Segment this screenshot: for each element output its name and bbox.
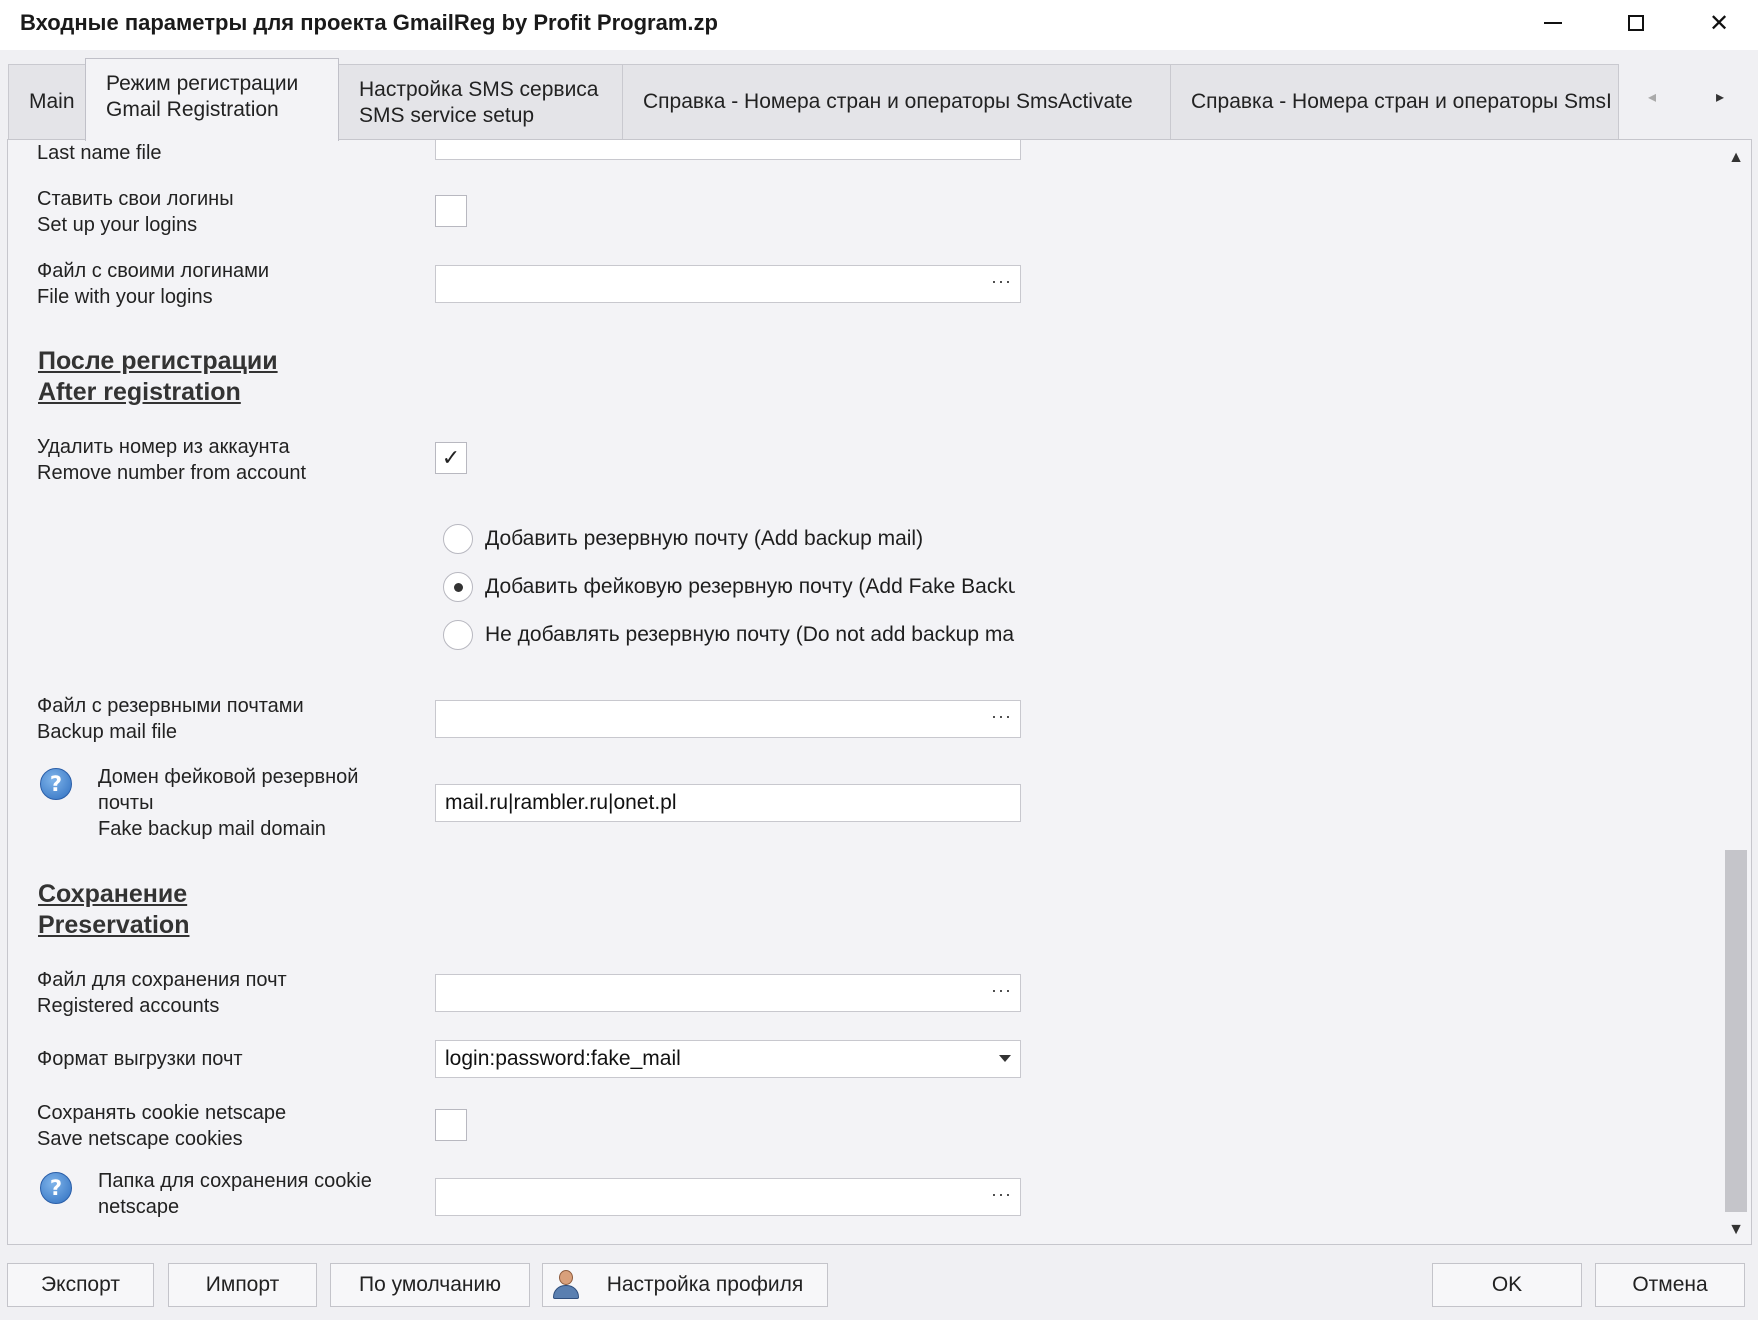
label-en: Backup mail file <box>37 721 178 743</box>
vertical-scrollbar[interactable]: ▲ ▼ <box>1721 140 1751 1244</box>
radio-button[interactable] <box>443 620 473 650</box>
cancel-button[interactable]: Отмена <box>1595 1263 1745 1307</box>
backup-file-input[interactable]: ··· <box>435 700 1021 738</box>
set-logins-checkbox[interactable] <box>435 195 467 227</box>
scroll-thumb[interactable] <box>1725 850 1747 1212</box>
check-icon: ✓ <box>441 445 461 470</box>
tab-main[interactable]: Main <box>8 64 86 140</box>
save-cookies-label: Сохранять cookie netscape Save netscape … <box>37 1100 286 1152</box>
help-icon[interactable]: ? <box>40 1172 72 1204</box>
label-ru-cont: netscape <box>98 1196 180 1218</box>
window-title: Входные параметры для проекта GmailReg b… <box>20 10 718 35</box>
button-label: Настройка профиля <box>606 1273 804 1296</box>
export-format-select[interactable]: login:password:fake_mail <box>435 1040 1021 1078</box>
maximize-icon <box>1628 15 1644 31</box>
section-title-en: After registration <box>38 378 241 406</box>
tab-help-smsactivate[interactable]: Справка - Номера стран и операторы SmsAc… <box>622 64 1171 140</box>
radio-label: Не добавлять резервную почту (Do not add… <box>485 623 1015 646</box>
label-ru: Папка для сохранения cookie <box>98 1170 372 1192</box>
tab-scroll-left-icon[interactable]: ◂ <box>1642 88 1662 108</box>
logins-file-label: Файл с своими логинами File with your lo… <box>37 258 269 310</box>
close-button[interactable]: ✕ <box>1678 0 1758 46</box>
defaults-button[interactable]: По умолчанию <box>330 1263 530 1307</box>
label-ru: Файл с своими логинами <box>37 260 270 282</box>
radio-selected-dot <box>454 583 463 592</box>
label-en: Remove number from account <box>37 462 307 484</box>
scroll-down-icon[interactable]: ▼ <box>1726 1220 1746 1240</box>
remove-number-label: Удалить номер из аккаунта Remove number … <box>37 434 306 486</box>
chevron-down-icon[interactable] <box>999 1055 1011 1062</box>
tab-label: SMS service setup <box>359 104 535 127</box>
label-ru: Домен фейковой резервной <box>98 766 359 788</box>
select-value: login:password:fake_mail <box>445 1047 681 1070</box>
ok-button[interactable]: OK <box>1432 1263 1582 1307</box>
section-title-ru: Сохранение <box>38 880 188 908</box>
label-en: Registered accounts <box>37 995 220 1017</box>
label-en: Fake backup mail domain <box>98 818 326 840</box>
import-button[interactable]: Импорт <box>168 1263 317 1307</box>
maximize-button[interactable] <box>1595 0 1677 46</box>
fake-domain-input[interactable]: mail.ru|rambler.ru|onet.pl <box>435 784 1021 822</box>
minimize-icon <box>1544 22 1562 24</box>
browse-icon[interactable]: ··· <box>991 701 1012 734</box>
save-file-input[interactable]: ··· <box>435 974 1021 1012</box>
tab-help-sms-other[interactable]: Справка - Номера стран и операторы SmsI <box>1170 64 1619 140</box>
label-en: Save netscape cookies <box>37 1128 243 1150</box>
section-after-registration: После регистрации After registration <box>38 346 278 408</box>
help-icon[interactable]: ? <box>40 768 72 800</box>
browse-icon[interactable]: ··· <box>991 975 1012 1008</box>
label-en: File with your logins <box>37 286 213 308</box>
save-cookies-checkbox[interactable] <box>435 1109 467 1141</box>
radio-button[interactable] <box>443 572 473 602</box>
remove-number-checkbox[interactable]: ✓ <box>435 442 467 474</box>
label-ru: Файл с резервными почтами <box>37 695 304 717</box>
tab-sms-setup[interactable]: Настройка SMS сервиса SMS service setup <box>338 64 623 140</box>
scroll-up-icon[interactable]: ▲ <box>1726 148 1746 168</box>
label-ru: Ставить свои логины <box>37 188 234 210</box>
field-value: mail.ru|rambler.ru|onet.pl <box>445 791 677 814</box>
section-preservation: Сохранение Preservation <box>38 879 189 941</box>
browse-icon[interactable]: ··· <box>991 140 1012 156</box>
tab-label: Режим регистрации <box>106 72 299 95</box>
cookie-folder-label: Папка для сохранения cookie netscape <box>98 1168 372 1220</box>
tab-gmail-registration[interactable]: Режим регистрации Gmail Registration <box>85 58 339 141</box>
tab-label: Настройка SMS сервиса <box>359 78 599 101</box>
settings-panel: Last name file ··· Ставить свои логины S… <box>7 139 1752 1245</box>
radio-label: Добавить фейковую резервную почту (Add F… <box>485 575 1015 598</box>
save-file-label: Файл для сохранения почт Registered acco… <box>37 967 287 1019</box>
logins-file-input[interactable]: ··· <box>435 265 1021 303</box>
export-button[interactable]: Экспорт <box>7 1263 154 1307</box>
radio-label: Добавить резервную почту (Add backup mai… <box>485 527 924 550</box>
tab-label: Main <box>29 90 75 113</box>
tab-label: Gmail Registration <box>106 98 279 121</box>
tab-scroll-right-icon[interactable]: ▸ <box>1710 88 1730 108</box>
title-bar: Входные параметры для проекта GmailReg b… <box>0 0 1758 50</box>
export-format-label: Формат выгрузки почт <box>37 1048 243 1070</box>
backup-file-label: Файл с резервными почтами Backup mail fi… <box>37 693 304 745</box>
browse-icon[interactable]: ··· <box>991 1179 1012 1212</box>
set-logins-label: Ставить свои логины Set up your logins <box>37 186 234 238</box>
label-ru: Файл для сохранения почт <box>37 969 287 991</box>
minimize-button[interactable] <box>1512 0 1594 46</box>
label-ru: Сохранять cookie netscape <box>37 1102 287 1124</box>
label-en: Set up your logins <box>37 214 198 236</box>
label-ru-cont: почты <box>98 792 154 814</box>
tab-label: Справка - Номера стран и операторы SmsAc… <box>643 90 1133 113</box>
browse-icon[interactable]: ··· <box>991 266 1012 299</box>
last-name-file-label: Last name file <box>37 142 162 164</box>
tab-strip: Main Режим регистрации Gmail Registratio… <box>0 50 1758 141</box>
label-ru: Удалить номер из аккаунта <box>37 436 290 458</box>
section-title-en: Preservation <box>38 911 190 939</box>
cookie-folder-input[interactable]: ··· <box>435 1178 1021 1216</box>
section-title-ru: После регистрации <box>38 347 278 375</box>
profile-settings-button[interactable]: Настройка профиля <box>542 1263 828 1307</box>
fake-domain-label: Домен фейковой резервной почты Fake back… <box>98 764 358 842</box>
last-name-file-input[interactable]: ··· <box>435 140 1021 160</box>
user-icon <box>551 1270 581 1300</box>
radio-button[interactable] <box>443 524 473 554</box>
close-icon: ✕ <box>1708 9 1730 37</box>
tab-label: Справка - Номера стран и операторы SmsI <box>1191 90 1612 113</box>
